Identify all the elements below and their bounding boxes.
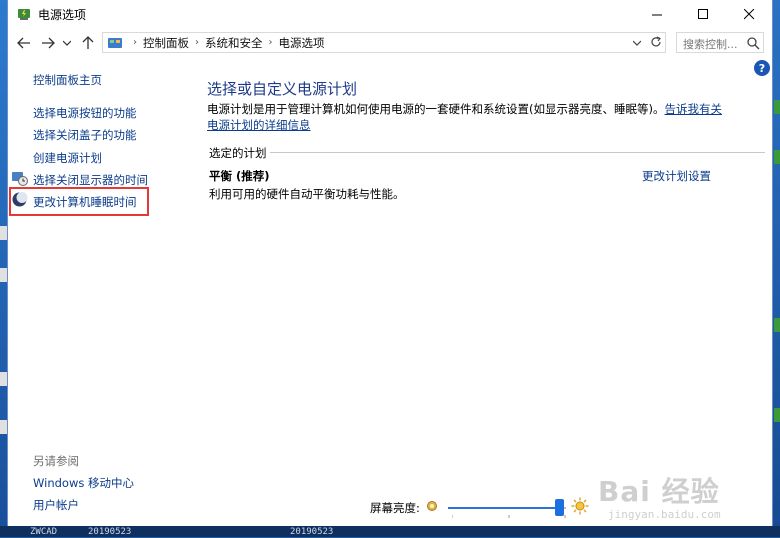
window-title: 电源选项 [38, 8, 87, 22]
watermark-url: jingyan.baidu.com [608, 508, 721, 521]
desktop-icon [0, 420, 7, 434]
arrow-up-icon [82, 36, 94, 49]
desktop-icon [0, 226, 7, 240]
sidebar-link-create-plan[interactable]: 创建电源计划 [33, 150, 102, 166]
brightness-label: 屏幕亮度: [370, 501, 420, 515]
minimize-button[interactable] [634, 0, 680, 28]
back-button[interactable] [14, 33, 34, 53]
search-icon[interactable] [746, 36, 760, 50]
breadcrumb-item-control-panel[interactable]: 控制面板 [143, 35, 189, 51]
up-button[interactable] [78, 33, 98, 53]
maximize-button[interactable] [680, 0, 726, 28]
change-plan-settings-link[interactable]: 更改计划设置 [642, 168, 711, 184]
desktop-icon [0, 268, 7, 282]
close-button[interactable] [726, 0, 772, 28]
page-title: 选择或自定义电源计划 [207, 80, 358, 98]
taskbar-item[interactable]: ZWCAD [30, 527, 57, 538]
desktop-icon [774, 408, 780, 422]
desktop-icon [774, 150, 780, 164]
taskbar-item[interactable]: 20190523 [88, 527, 131, 538]
sidebar-link-lid[interactable]: 选择关闭盖子的功能 [33, 127, 137, 143]
search-box[interactable]: 搜索控制... [676, 32, 764, 53]
desktop-left-strip [0, 0, 8, 537]
arrow-left-icon [17, 37, 30, 49]
refresh-icon [651, 35, 661, 46]
power-options-window: 电源选项 › 控制面板 › 系统和安全 › 电源选项 搜索控制... 控制面板主… [8, 0, 772, 526]
navigation-bar: › 控制面板 › 系统和安全 › 电源选项 搜索控制... [8, 28, 772, 58]
sidebar-link-power-button[interactable]: 选择电源按钮的功能 [33, 105, 137, 121]
brightness-slider-thumb[interactable] [555, 499, 564, 516]
brightness-slider-fill [448, 507, 560, 509]
chevron-right-icon[interactable]: › [269, 37, 273, 48]
arrow-right-icon [42, 37, 55, 49]
see-also-link-mobility-center[interactable]: Windows 移动中心 [33, 475, 134, 491]
plan-description: 利用可用的硬件自动平衡功耗与性能。 [209, 187, 405, 201]
minimize-icon [651, 14, 662, 15]
page-description: 电源计划是用于管理计算机如何使用电源的一套硬件和系统设置(如显示器亮度、睡眠等)… [207, 101, 727, 133]
chevron-down-icon [633, 40, 641, 46]
sidebar-link-home[interactable]: 控制面板主页 [33, 72, 102, 88]
chevron-right-icon[interactable]: › [195, 37, 199, 48]
control-panel-icon [108, 38, 122, 48]
description-text: 电源计划是用于管理计算机如何使用电源的一套硬件和系统设置(如显示器亮度、睡眠等)… [207, 102, 665, 116]
section-title: 选定的计划 [209, 146, 267, 160]
power-options-icon [18, 9, 30, 20]
section-divider [270, 152, 765, 153]
sidebar-link-display-off[interactable]: 选择关闭显示器的时间 [33, 172, 148, 188]
dim-sun-icon [427, 501, 437, 511]
help-icon[interactable]: ? [754, 60, 770, 76]
breadcrumb-item-system-security[interactable]: 系统和安全 [205, 35, 263, 51]
breadcrumb-item-power-options[interactable]: 电源选项 [279, 35, 325, 51]
close-icon [743, 8, 754, 19]
see-also-title: 另请参阅 [33, 454, 79, 468]
desktop-right-strip [772, 0, 780, 537]
address-dropdown-button[interactable] [629, 33, 645, 52]
see-also-link-user-accounts[interactable]: 用户帐户 [33, 497, 79, 513]
chevron-right-icon: › [133, 37, 137, 48]
brightness-slider-ticks [452, 515, 566, 518]
forward-button[interactable] [38, 33, 58, 53]
sidebar: 控制面板主页 选择电源按钮的功能 选择关闭盖子的功能 创建电源计划 选择关闭显示… [8, 58, 188, 526]
desktop-icon [774, 318, 780, 332]
breadcrumb: › 控制面板 › 系统和安全 › 电源选项 [127, 33, 325, 52]
search-placeholder: 搜索控制... [683, 38, 738, 51]
desktop-icon [0, 372, 7, 386]
taskbar: ZWCAD 20190523 20190523 [0, 526, 780, 537]
refresh-button[interactable] [646, 32, 666, 51]
maximize-icon [697, 8, 708, 19]
annotation-highlight-box [9, 187, 149, 216]
recent-locations-button[interactable] [60, 33, 74, 53]
chevron-down-icon [63, 40, 71, 46]
taskbar-item[interactable]: 20190523 [290, 527, 333, 538]
bright-sun-icon [571, 497, 589, 515]
desktop-icon [774, 100, 780, 114]
address-bar[interactable]: › 控制面板 › 系统和安全 › 电源选项 [102, 32, 666, 53]
plan-name: 平衡 (推荐) [209, 169, 270, 183]
watermark-text: Bai 经验 [598, 475, 720, 508]
title-bar[interactable]: 电源选项 [8, 0, 772, 28]
display-clock-icon [12, 172, 28, 186]
baidu-watermark: Bai 经验 jingyan.baidu.com [598, 470, 768, 526]
